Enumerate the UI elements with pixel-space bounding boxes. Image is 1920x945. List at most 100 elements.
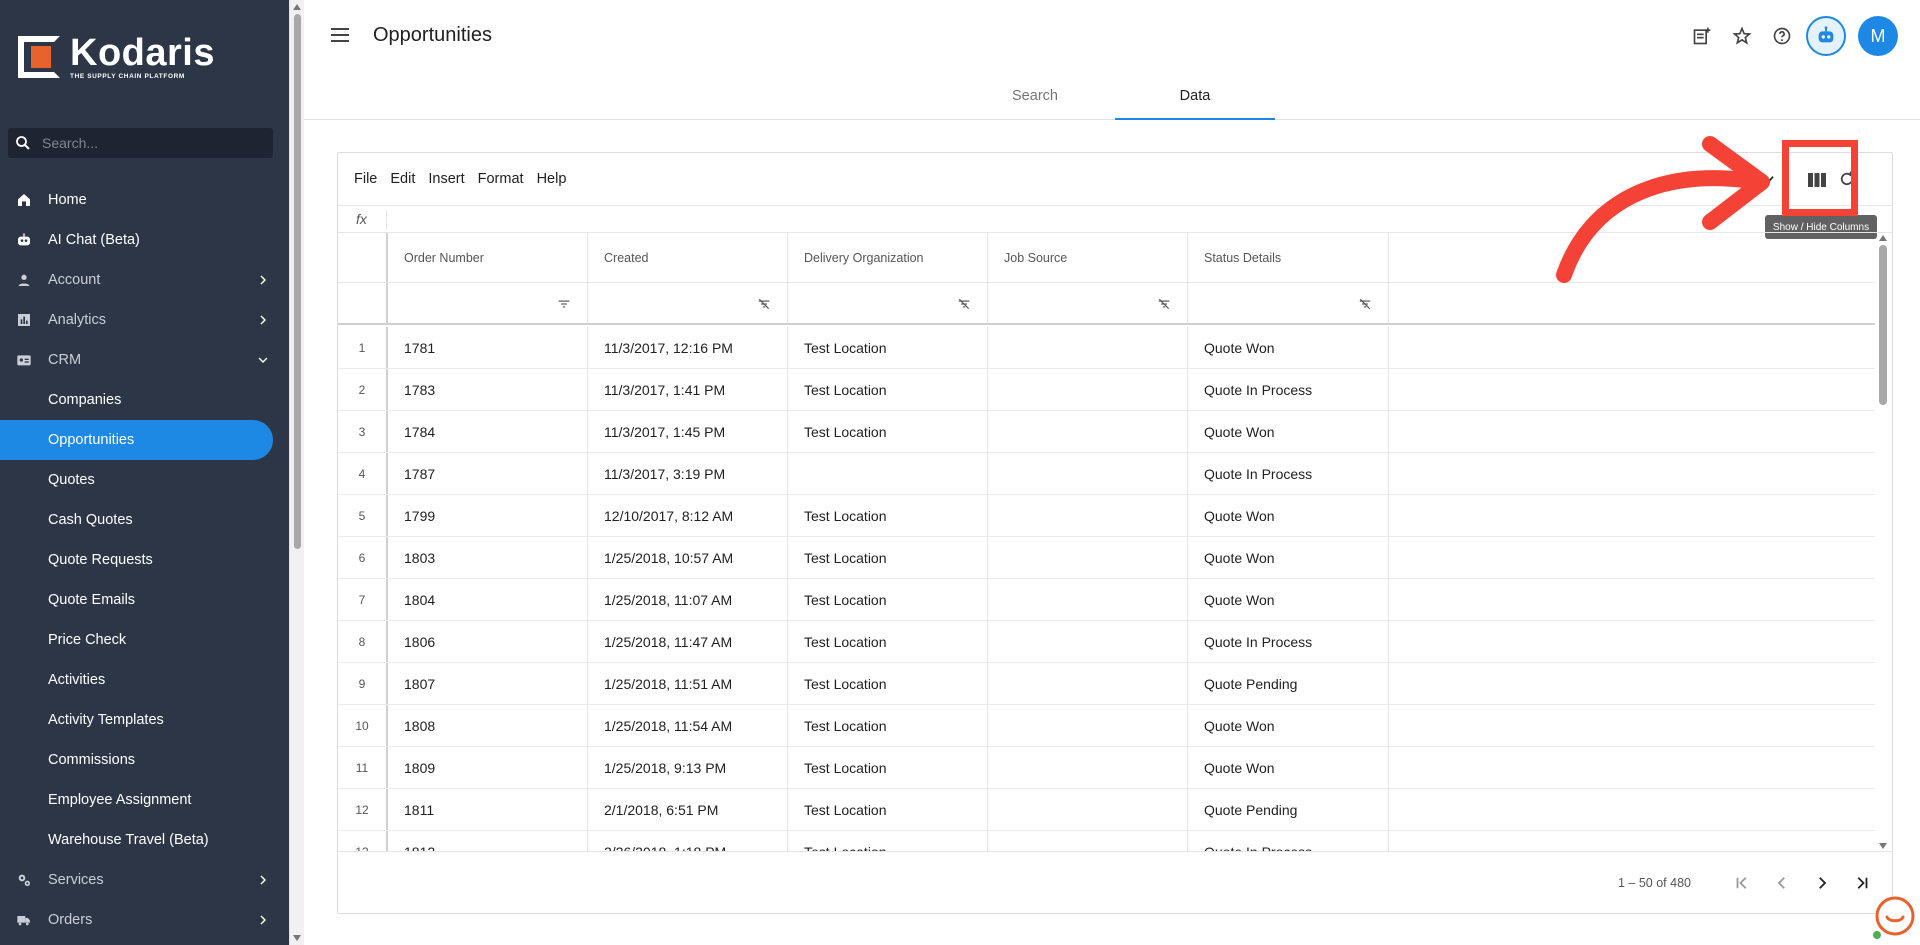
table-cell[interactable] bbox=[988, 369, 1188, 410]
table-cell[interactable]: Test Location bbox=[788, 369, 988, 410]
table-cell[interactable]: 1/25/2018, 11:07 AM bbox=[588, 579, 788, 620]
tab-search[interactable]: Search bbox=[955, 72, 1115, 120]
row-index[interactable]: 12 bbox=[338, 789, 388, 830]
sidebar-item-quote-emails[interactable]: Quote Emails bbox=[0, 580, 289, 620]
sidebar-scrollbar[interactable] bbox=[289, 0, 304, 945]
avatar[interactable]: M bbox=[1858, 16, 1898, 56]
first-page-button[interactable] bbox=[1731, 872, 1753, 894]
table-cell[interactable]: 1803 bbox=[388, 537, 588, 578]
sidebar-item-employee-assignment[interactable]: Employee Assignment bbox=[0, 780, 289, 820]
table-cell[interactable] bbox=[988, 327, 1188, 368]
table-cell[interactable]: Test Location bbox=[788, 579, 988, 620]
corner-cell[interactable] bbox=[338, 233, 388, 282]
table-row[interactable]: 4 1787 11/3/2017, 3:19 PM Quote In Process bbox=[338, 453, 1875, 495]
column-header[interactable]: Created bbox=[588, 233, 788, 282]
table-cell[interactable]: Test Location bbox=[788, 495, 988, 536]
table-cell[interactable]: Test Location bbox=[788, 411, 988, 452]
table-cell[interactable]: Quote In Process bbox=[1188, 369, 1389, 410]
menu-file[interactable]: File bbox=[354, 171, 377, 187]
table-row[interactable]: 3 1784 11/3/2017, 1:45 PM Test Location Quot… bbox=[338, 411, 1875, 453]
table-cell[interactable]: Quote Won bbox=[1188, 579, 1389, 620]
table-cell[interactable]: 1811 bbox=[388, 789, 588, 830]
table-cell[interactable]: Test Location bbox=[788, 663, 988, 704]
table-cell[interactable]: 1812 bbox=[388, 831, 588, 851]
table-row[interactable]: 5 1799 12/10/2017, 8:12 AM Test Location Quo… bbox=[338, 495, 1875, 537]
menu-help[interactable]: Help bbox=[537, 171, 567, 187]
menu-edit[interactable]: Edit bbox=[390, 171, 415, 187]
row-index[interactable]: 13 bbox=[338, 831, 388, 851]
table-cell[interactable]: 1/25/2018, 11:47 AM bbox=[588, 621, 788, 662]
table-cell[interactable]: Test Location bbox=[788, 537, 988, 578]
filter-cell[interactable] bbox=[988, 283, 1188, 323]
sidebar-search-input[interactable] bbox=[42, 135, 242, 151]
filter-off-icon[interactable] bbox=[757, 297, 771, 311]
column-header[interactable]: Delivery Organization bbox=[788, 233, 988, 282]
table-cell[interactable]: Quote In Process bbox=[1188, 453, 1389, 494]
table-cell[interactable]: Quote In Process bbox=[1188, 831, 1389, 851]
sidebar-item-cash-quotes[interactable]: Cash Quotes bbox=[0, 500, 289, 540]
table-cell[interactable]: 1808 bbox=[388, 705, 588, 746]
table-cell[interactable]: Test Location bbox=[788, 705, 988, 746]
table-row[interactable]: 10 1808 1/25/2018, 11:54 AM Test Location Qu… bbox=[338, 705, 1875, 747]
sidebar-item-home[interactable]: Home bbox=[0, 180, 289, 220]
help-icon[interactable] bbox=[1770, 24, 1794, 48]
table-row[interactable]: 8 1806 1/25/2018, 11:47 AM Test Location Quo… bbox=[338, 621, 1875, 663]
table-cell[interactable] bbox=[988, 579, 1188, 620]
grid-scrollbar[interactable] bbox=[1875, 233, 1891, 851]
table-cell[interactable]: 1783 bbox=[388, 369, 588, 410]
table-cell[interactable]: 11/3/2017, 1:45 PM bbox=[588, 411, 788, 452]
table-cell[interactable]: 1/25/2018, 11:51 AM bbox=[588, 663, 788, 704]
filter-cell[interactable] bbox=[1188, 283, 1389, 323]
table-row[interactable]: 7 1804 1/25/2018, 11:07 AM Test Location Quo… bbox=[338, 579, 1875, 621]
filter-off-icon[interactable] bbox=[1157, 297, 1171, 311]
table-cell[interactable] bbox=[988, 831, 1188, 851]
table-cell[interactable]: Quote Won bbox=[1188, 327, 1389, 368]
table-cell[interactable]: 11/3/2017, 3:19 PM bbox=[588, 453, 788, 494]
table-cell[interactable] bbox=[988, 789, 1188, 830]
add-note-icon[interactable] bbox=[1690, 24, 1714, 48]
table-cell[interactable]: 1799 bbox=[388, 495, 588, 536]
table-cell[interactable]: 1784 bbox=[388, 411, 588, 452]
filter-icon[interactable] bbox=[557, 297, 571, 311]
table-cell[interactable]: Test Location bbox=[788, 747, 988, 788]
chat-support-icon[interactable] bbox=[1870, 895, 1916, 941]
table-cell[interactable]: 1806 bbox=[388, 621, 588, 662]
sidebar-item-orders[interactable]: Orders bbox=[0, 900, 289, 940]
table-cell[interactable]: 12/10/2017, 8:12 AM bbox=[588, 495, 788, 536]
sidebar-item-companies[interactable]: Companies bbox=[0, 380, 289, 420]
row-index[interactable]: 10 bbox=[338, 705, 388, 746]
table-cell[interactable]: Test Location bbox=[788, 831, 988, 851]
table-cell[interactable]: 1787 bbox=[388, 453, 588, 494]
sidebar-item-opportunities[interactable]: Opportunities bbox=[0, 420, 273, 460]
menu-format[interactable]: Format bbox=[478, 171, 524, 187]
table-row[interactable]: 1 1781 11/3/2017, 12:16 PM Test Location Quo… bbox=[338, 327, 1875, 369]
sidebar-item-crm[interactable]: CRM bbox=[0, 340, 289, 380]
filter-cell[interactable] bbox=[788, 283, 988, 323]
sidebar-item-quotes[interactable]: Quotes bbox=[0, 460, 289, 500]
table-cell[interactable]: Quote Won bbox=[1188, 495, 1389, 536]
table-cell[interactable]: Test Location bbox=[788, 621, 988, 662]
table-cell[interactable] bbox=[988, 663, 1188, 704]
table-row[interactable]: 1318122/26/2018, 1:18 PMTest Location Quo… bbox=[338, 831, 1875, 851]
table-cell[interactable]: Quote Won bbox=[1188, 411, 1389, 452]
table-cell[interactable] bbox=[988, 621, 1188, 662]
filter-cell[interactable] bbox=[388, 283, 588, 323]
table-cell[interactable]: Quote Won bbox=[1188, 705, 1389, 746]
ai-bot-button[interactable] bbox=[1806, 16, 1846, 56]
last-page-button[interactable] bbox=[1851, 872, 1873, 894]
table-cell[interactable]: Quote Won bbox=[1188, 747, 1389, 788]
table-cell[interactable]: Quote Pending bbox=[1188, 663, 1389, 704]
table-cell[interactable]: 1781 bbox=[388, 327, 588, 368]
table-cell[interactable]: 1807 bbox=[388, 663, 588, 704]
table-cell[interactable]: Quote Won bbox=[1188, 537, 1389, 578]
row-index[interactable]: 11 bbox=[338, 747, 388, 788]
table-row[interactable]: 12 1811 2/1/2018, 6:51 PM Test Location Quot… bbox=[338, 789, 1875, 831]
table-cell[interactable]: 2/26/2018, 1:18 PM bbox=[588, 831, 788, 851]
table-cell[interactable]: 1/25/2018, 10:57 AM bbox=[588, 537, 788, 578]
next-page-button[interactable] bbox=[1811, 872, 1833, 894]
sidebar-item-ai-chat-beta[interactable]: AI Chat (Beta) bbox=[0, 220, 289, 260]
table-cell[interactable] bbox=[788, 453, 988, 494]
table-cell[interactable]: 11/3/2017, 12:16 PM bbox=[588, 327, 788, 368]
table-cell[interactable]: Test Location bbox=[788, 327, 988, 368]
prev-page-button[interactable] bbox=[1771, 872, 1793, 894]
